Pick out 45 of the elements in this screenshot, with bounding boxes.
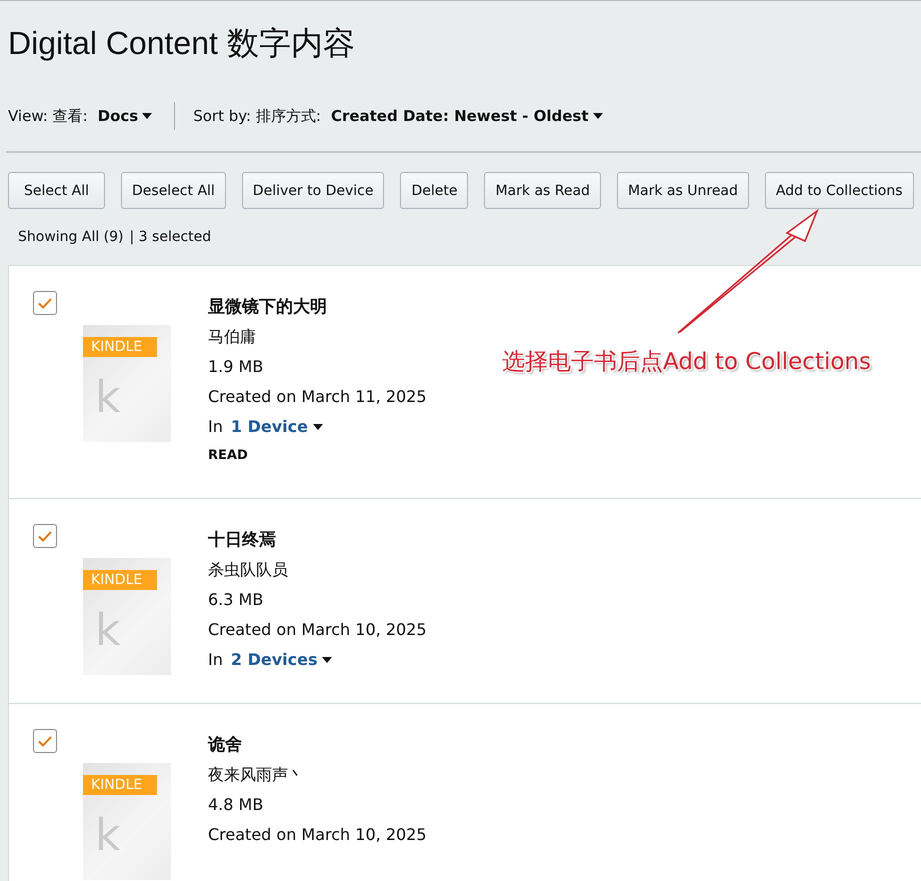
action-button[interactable]: Delete <box>400 172 468 209</box>
book-title[interactable]: 十日终焉 <box>208 525 427 555</box>
view-label: View: 查看: <box>8 106 88 126</box>
check-icon <box>38 736 52 746</box>
selected-count: | 3 selected <box>130 229 212 245</box>
action-button[interactable]: Deliver to Device <box>242 172 384 209</box>
item-checkbox[interactable] <box>33 729 57 753</box>
device-link[interactable]: 1 Device <box>230 412 323 442</box>
device-prefix: In <box>208 416 223 438</box>
action-button[interactable]: Mark as Read <box>484 172 601 209</box>
annotation-text: 选择电子书后点Add to Collections <box>502 348 871 377</box>
action-button[interactable]: Mark as Unread <box>616 172 749 209</box>
cover-badge: KINDLE <box>83 570 157 590</box>
caret-icon <box>322 657 332 663</box>
cover-badge: KINDLE <box>83 775 157 795</box>
item-checkbox[interactable] <box>33 524 57 548</box>
file-size: 4.8 MB <box>208 794 264 816</box>
created-date: Created on March 10, 2025 <box>208 824 427 846</box>
created-date: Created on March 10, 2025 <box>208 619 427 641</box>
caret-icon <box>592 113 603 119</box>
action-button[interactable]: Deselect All <box>121 172 226 209</box>
book-title[interactable]: 显微镜下的大明 <box>208 292 427 322</box>
book-author: 夜来风雨声丶 <box>208 764 305 786</box>
caret-icon <box>142 113 152 119</box>
cover-badge: KINDLE <box>83 337 157 357</box>
device-prefix: In <box>208 649 223 671</box>
view-dropdown[interactable]: Docs <box>98 107 152 125</box>
item-checkbox[interactable] <box>33 291 57 315</box>
page-title: Digital Content 数字内容 <box>8 24 356 63</box>
showing-count: Showing All (9) <box>18 229 124 245</box>
caret-icon <box>312 424 323 430</box>
sort-dropdown[interactable]: Created Date: Newest - Oldest <box>330 107 603 125</box>
read-status: READ <box>208 447 249 465</box>
check-icon <box>38 530 52 542</box>
book-title[interactable]: 诡舍 <box>208 730 427 760</box>
action-button[interactable]: Add to Collections <box>764 172 914 209</box>
device-link[interactable]: 2 Devices <box>230 645 332 675</box>
action-button[interactable]: Select All <box>8 172 105 209</box>
file-size: 6.3 MB <box>208 589 264 611</box>
book-author: 杀虫队队员 <box>208 559 289 581</box>
file-size: 1.9 MB <box>208 356 264 378</box>
created-date: Created on March 11, 2025 <box>208 386 427 408</box>
check-icon <box>38 298 52 308</box>
book-author: 马伯庸 <box>208 326 257 348</box>
sort-label: Sort by: 排序方式: <box>193 106 321 126</box>
